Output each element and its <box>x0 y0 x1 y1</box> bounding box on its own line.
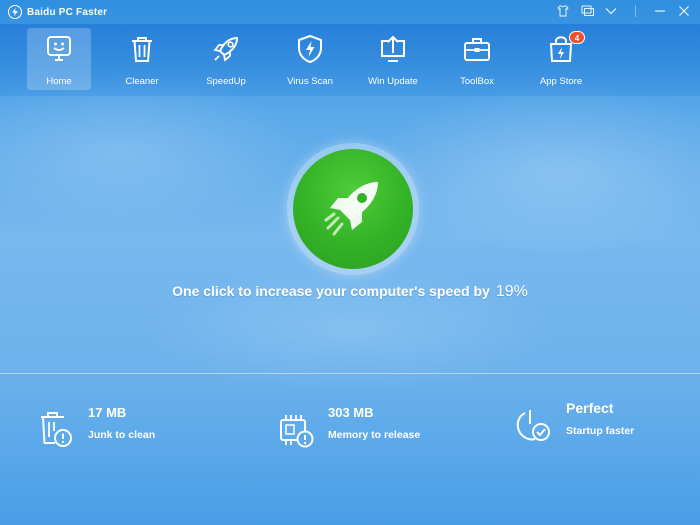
stat-memory-value: 303 MB <box>328 405 374 420</box>
tab-speedup-label: SpeedUp <box>206 76 246 87</box>
app-title: Baidu PC Faster <box>27 6 108 18</box>
feedback-icon[interactable] <box>579 3 595 19</box>
app-logo-icon <box>8 5 22 19</box>
memory-chip-warning-icon <box>280 415 314 448</box>
tab-toolbox-label: ToolBox <box>460 76 494 87</box>
tab-virus-scan[interactable]: Virus Scan <box>278 28 342 90</box>
stat-junk-label: Junk to clean <box>88 429 156 441</box>
main-toolbar: Home Cleaner SpeedUp Virus Scan Win Upda… <box>0 24 700 96</box>
rocket-icon <box>324 182 378 236</box>
tab-app-store[interactable]: 4 App Store <box>529 28 593 90</box>
tab-cleaner[interactable]: Cleaner <box>110 28 174 90</box>
speed-headline: One click to increase your computer's sp… <box>0 283 700 301</box>
close-icon[interactable] <box>676 3 692 19</box>
toolbox-icon <box>460 32 494 66</box>
window-controls <box>555 3 692 19</box>
shield-bolt-icon <box>293 32 327 66</box>
title-bar: Baidu PC Faster <box>0 0 700 24</box>
rocket-icon <box>209 32 243 66</box>
stat-startup[interactable]: Perfect Startup faster <box>516 400 634 444</box>
tab-cleaner-label: Cleaner <box>125 76 159 87</box>
tab-virus-scan-label: Virus Scan <box>287 76 333 87</box>
upload-monitor-icon <box>376 32 410 66</box>
trash-icon <box>125 32 159 66</box>
stat-memory[interactable]: 303 MB Memory to release <box>278 405 420 449</box>
stat-junk-value: 17 MB <box>88 405 127 420</box>
tab-win-update-label: Win Update <box>368 76 418 87</box>
stat-memory-label: Memory to release <box>328 429 421 441</box>
app-store-badge: 4 <box>569 31 585 44</box>
minimize-icon[interactable] <box>652 3 668 19</box>
speed-percent: 19% <box>495 283 528 300</box>
home-monitor-icon <box>42 32 76 66</box>
tab-home[interactable]: Home <box>27 28 91 90</box>
tab-home-label: Home <box>46 76 72 87</box>
stat-junk[interactable]: 17 MB Junk to clean <box>38 405 155 449</box>
stat-startup-value: Perfect <box>566 400 614 416</box>
tab-speedup[interactable]: SpeedUp <box>194 28 258 90</box>
chevron-down-icon[interactable] <box>603 3 619 19</box>
tab-app-store-label: App Store <box>539 76 583 87</box>
speed-up-button-face <box>293 149 413 269</box>
stat-startup-label: Startup faster <box>566 425 635 437</box>
skin-icon[interactable] <box>555 3 571 19</box>
section-divider <box>0 373 700 374</box>
speed-up-button[interactable] <box>287 143 419 275</box>
startup-check-icon <box>516 410 550 441</box>
tab-toolbox[interactable]: ToolBox <box>445 28 509 90</box>
trash-warning-icon <box>41 412 72 447</box>
tab-win-update[interactable]: Win Update <box>361 28 425 90</box>
headline-text: One click to increase your computer's sp… <box>172 283 490 299</box>
control-separator <box>635 5 636 17</box>
